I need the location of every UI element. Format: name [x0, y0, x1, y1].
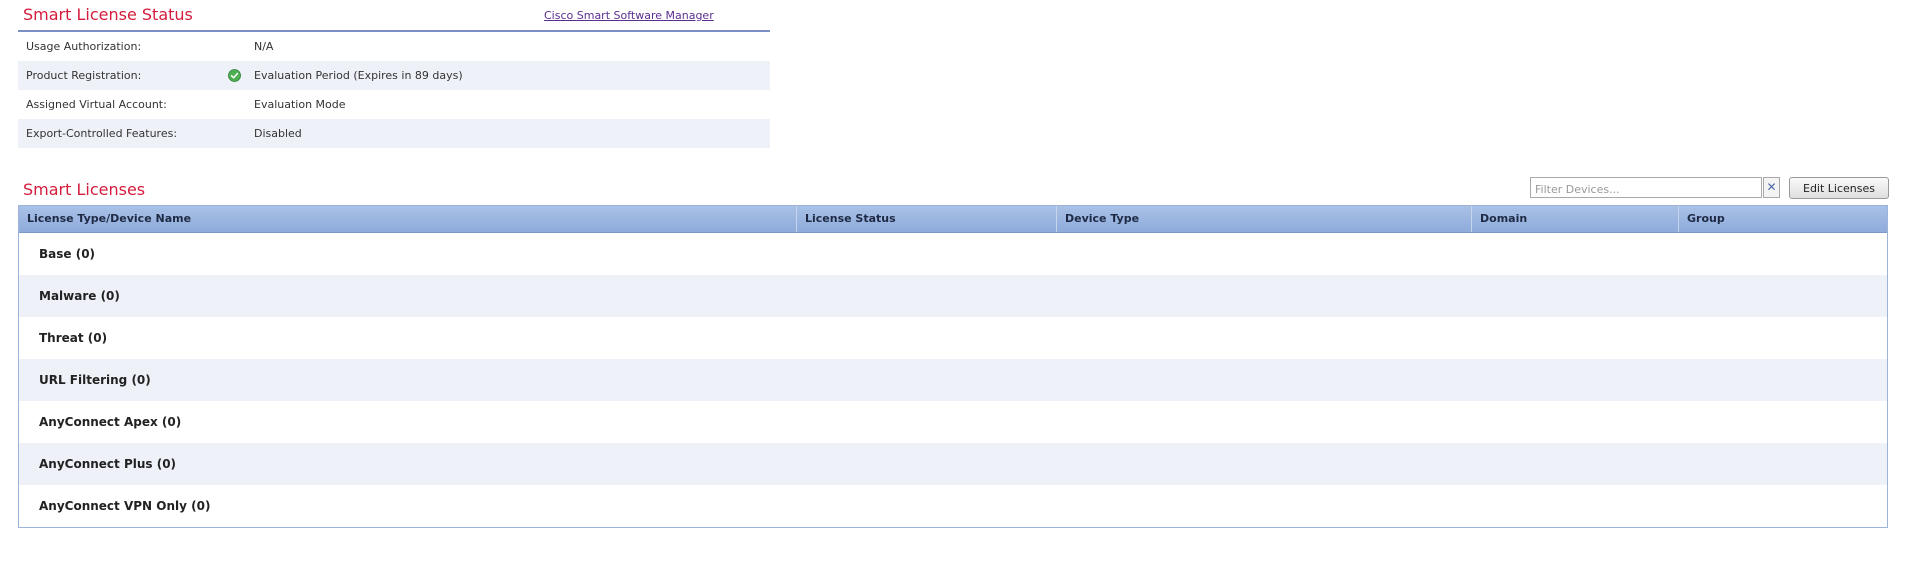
- license-group-row[interactable]: AnyConnect Plus (0): [19, 443, 1887, 485]
- license-group-row[interactable]: URL Filtering (0): [19, 359, 1887, 401]
- status-label: Assigned Virtual Account:: [26, 98, 167, 111]
- license-group-row[interactable]: Threat (0): [19, 317, 1887, 359]
- status-label: Product Registration:: [26, 69, 142, 82]
- license-group-label[interactable]: AnyConnect Apex (0): [39, 415, 181, 429]
- clear-filter-icon[interactable]: ✕: [1763, 177, 1780, 198]
- column-header-device-type[interactable]: Device Type: [1057, 206, 1472, 232]
- license-group-label[interactable]: AnyConnect VPN Only (0): [39, 499, 210, 513]
- filter-devices-field[interactable]: [1530, 177, 1762, 199]
- license-group-label[interactable]: Malware (0): [39, 289, 120, 303]
- status-row-usage-authorization: Usage Authorization: N/A: [18, 32, 770, 61]
- status-value: Disabled: [254, 127, 302, 140]
- status-header: Smart License Status Cisco Smart Softwar…: [18, 0, 770, 32]
- license-group-row[interactable]: Base (0): [19, 233, 1887, 275]
- license-group-row[interactable]: AnyConnect Apex (0): [19, 401, 1887, 443]
- smart-licenses-title: Smart Licenses: [23, 180, 146, 199]
- filter-devices-input[interactable]: [1531, 180, 1747, 199]
- license-group-label[interactable]: Threat (0): [39, 331, 107, 345]
- column-header-domain[interactable]: Domain: [1472, 206, 1679, 232]
- license-group-row[interactable]: Malware (0): [19, 275, 1887, 317]
- status-value: Evaluation Mode: [254, 98, 346, 111]
- status-title: Smart License Status: [23, 5, 193, 24]
- edit-licenses-button[interactable]: Edit Licenses: [1789, 177, 1889, 199]
- smart-licenses-page: Smart License Status Cisco Smart Softwar…: [0, 0, 1908, 564]
- column-header-license-status[interactable]: License Status: [797, 206, 1057, 232]
- license-group-label[interactable]: URL Filtering (0): [39, 373, 151, 387]
- status-label: Usage Authorization:: [26, 40, 142, 53]
- status-label: Export-Controlled Features:: [26, 127, 178, 140]
- status-value: Evaluation Period (Expires in 89 days): [254, 69, 463, 82]
- status-value: N/A: [254, 40, 274, 53]
- column-header-group[interactable]: Group: [1679, 206, 1887, 232]
- check-circle-icon: [228, 69, 241, 82]
- license-group-label[interactable]: Base (0): [39, 247, 95, 261]
- table-header: License Type/Device Name License Status …: [19, 206, 1887, 233]
- licenses-table: License Type/Device Name License Status …: [18, 205, 1888, 528]
- status-row-export-controlled-features: Export-Controlled Features: Disabled: [18, 119, 770, 148]
- status-row-product-registration: Product Registration: Evaluation Period …: [18, 61, 770, 90]
- smart-license-status-panel: Smart License Status Cisco Smart Softwar…: [18, 0, 770, 148]
- license-group-label[interactable]: AnyConnect Plus (0): [39, 457, 176, 471]
- status-row-assigned-virtual-account: Assigned Virtual Account: Evaluation Mod…: [18, 90, 770, 119]
- license-group-row[interactable]: AnyConnect VPN Only (0): [19, 485, 1887, 527]
- cisco-smart-software-manager-link[interactable]: Cisco Smart Software Manager: [544, 9, 714, 22]
- column-header-license-type[interactable]: License Type/Device Name: [19, 206, 797, 232]
